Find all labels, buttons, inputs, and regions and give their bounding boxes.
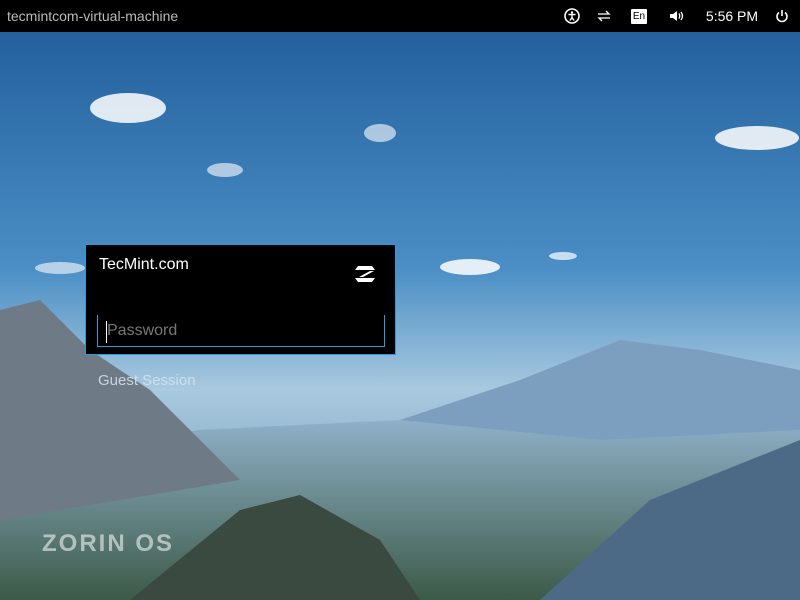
login-box: TecMint.com <box>85 244 396 355</box>
power-icon[interactable] <box>773 0 791 32</box>
keyboard-layout-indicator[interactable]: En <box>630 0 648 32</box>
hostname: tecmintcom-virtual-machine <box>7 8 179 24</box>
zorin-os-logo: ZORIN OS <box>42 530 175 557</box>
clock[interactable]: 5:56 PM <box>703 0 761 32</box>
username: TecMint.com <box>99 256 189 273</box>
accessibility-icon[interactable] <box>562 0 582 32</box>
guest-session-button[interactable]: Guest Session <box>98 372 196 389</box>
password-input[interactable] <box>97 315 385 347</box>
volume-icon[interactable] <box>667 0 687 32</box>
zorin-logo-icon <box>354 265 376 288</box>
top-panel: tecmintcom-virtual-machine En 5:56 PM <box>0 0 800 32</box>
text-cursor <box>106 321 107 343</box>
network-icon[interactable] <box>594 0 614 32</box>
keyboard-layout-icon: En <box>631 8 647 24</box>
